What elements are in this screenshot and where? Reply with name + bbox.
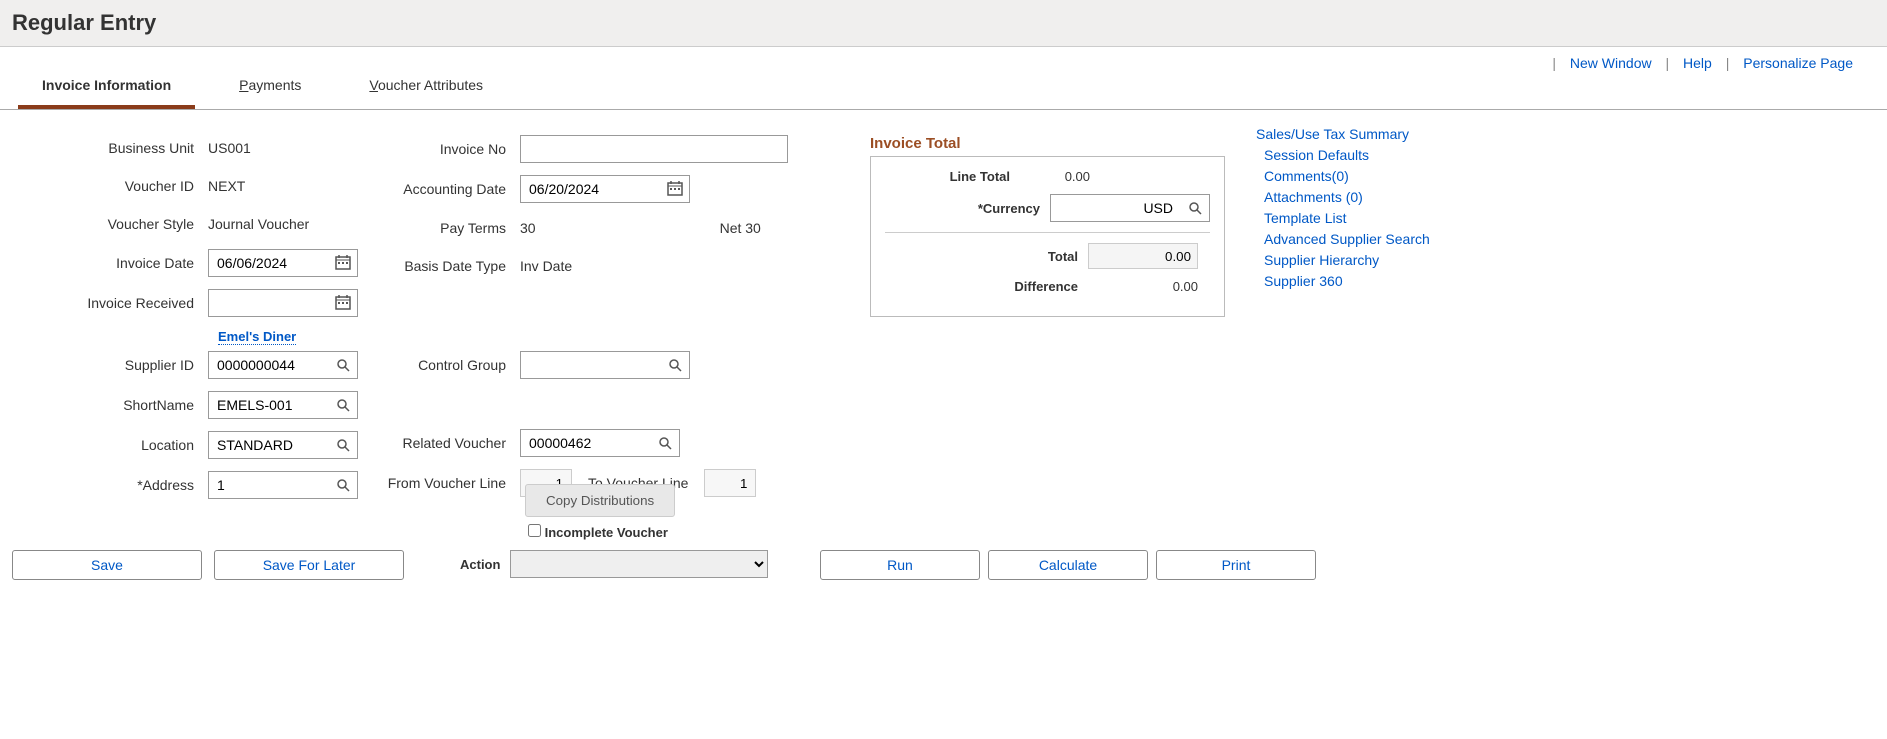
attachments-link[interactable]: Attachments (0)	[1264, 189, 1516, 205]
supplier-id-input[interactable]	[209, 352, 329, 378]
supplier-name-link[interactable]: Emel's Diner	[218, 329, 296, 345]
page-body: Business Unit US001 Voucher ID NEXT Vouc…	[0, 110, 1887, 610]
right-link-list: Sales/Use Tax Summary Session Defaults C…	[1256, 126, 1516, 294]
print-button[interactable]: Print	[1156, 550, 1316, 580]
address-label: *Address	[0, 477, 208, 493]
invoice-date-input[interactable]	[209, 250, 329, 276]
address-input[interactable]	[209, 472, 329, 498]
control-group-input[interactable]	[521, 352, 661, 378]
voucher-style-value: Journal Voucher	[208, 216, 309, 232]
business-unit-value: US001	[208, 140, 251, 156]
supplier-id-label: Supplier ID	[0, 357, 208, 373]
pay-terms-value: 30	[520, 220, 536, 236]
page-header: Regular Entry	[0, 0, 1887, 47]
location-input[interactable]	[209, 432, 329, 458]
new-window-link[interactable]: New Window	[1570, 55, 1652, 71]
action-wrap: Action	[460, 550, 768, 578]
difference-label: Difference	[958, 279, 1078, 294]
search-icon[interactable]	[651, 430, 679, 456]
difference-value: 0.00	[1088, 279, 1198, 294]
tab-invoice-information[interactable]: Invoice Information	[18, 67, 195, 109]
bottom-left-buttons: Save Save For Later	[12, 550, 404, 580]
voucher-id-label: Voucher ID	[0, 178, 208, 194]
tab-voucher-rest: oucher Attributes	[378, 77, 483, 93]
voucher-style-label: Voucher Style	[0, 216, 208, 232]
save-button[interactable]: Save	[12, 550, 202, 580]
control-group-label: Control Group	[380, 357, 520, 373]
invoice-date-label: Invoice Date	[0, 255, 208, 271]
invoice-total-box: Invoice Total Line Total 0.00 *Currency …	[870, 135, 1225, 317]
related-voucher-label: Related Voucher	[380, 435, 520, 451]
search-icon[interactable]	[329, 432, 357, 458]
search-icon[interactable]	[1181, 195, 1209, 221]
supplier-360-link[interactable]: Supplier 360	[1264, 273, 1516, 289]
short-name-label: ShortName	[0, 397, 208, 413]
line-total-label: Line Total	[890, 169, 1010, 184]
session-defaults-link[interactable]: Session Defaults	[1264, 147, 1516, 163]
incomplete-wrap: Incomplete Voucher	[528, 524, 668, 540]
incomplete-voucher-checkbox[interactable]	[528, 524, 541, 537]
basis-date-type-value: Inv Date	[520, 258, 572, 274]
currency-label: *Currency	[920, 201, 1040, 216]
search-icon[interactable]	[329, 392, 357, 418]
invoice-received-label: Invoice Received	[0, 295, 208, 311]
accounting-date-input[interactable]	[521, 176, 661, 202]
advanced-supplier-link[interactable]: Advanced Supplier Search	[1264, 231, 1516, 247]
pay-terms-desc: Net 30	[720, 220, 761, 236]
invoice-total-title: Invoice Total	[870, 135, 1225, 152]
calculate-button[interactable]: Calculate	[988, 550, 1148, 580]
bottom-right-buttons: Run Calculate Print	[820, 550, 1316, 580]
invoice-no-label: Invoice No	[380, 141, 520, 157]
search-icon[interactable]	[329, 352, 357, 378]
to-voucher-line-input	[704, 469, 756, 497]
action-label: Action	[460, 557, 500, 572]
middle-column: Invoice No Accounting Date Pay Terms 30 …	[380, 135, 840, 509]
voucher-id-value: NEXT	[208, 178, 245, 194]
separator: |	[1666, 55, 1670, 71]
tab-payments-rest: ayments	[248, 77, 301, 93]
total-label: Total	[958, 249, 1078, 264]
invoice-received-input[interactable]	[209, 290, 329, 316]
calendar-icon[interactable]	[329, 250, 357, 276]
tab-payments[interactable]: Payments	[215, 67, 325, 109]
total-value	[1088, 243, 1198, 269]
incomplete-voucher-label: Incomplete Voucher	[545, 525, 668, 540]
basis-date-type-label: Basis Date Type	[380, 258, 520, 274]
copy-distributions-button[interactable]: Copy Distributions	[525, 484, 675, 517]
copy-distributions-wrap: Copy Distributions	[525, 484, 675, 517]
pay-terms-label: Pay Terms	[380, 220, 520, 236]
search-icon[interactable]	[329, 472, 357, 498]
short-name-input[interactable]	[209, 392, 329, 418]
run-button[interactable]: Run	[820, 550, 980, 580]
accounting-date-label: Accounting Date	[380, 181, 520, 197]
related-voucher-input[interactable]	[521, 430, 651, 456]
tab-strip: Invoice Information Payments Voucher Att…	[0, 67, 1887, 110]
sales-tax-link[interactable]: Sales/Use Tax Summary	[1256, 126, 1516, 142]
page-title: Regular Entry	[12, 10, 1875, 36]
left-column: Business Unit US001 Voucher ID NEXT Vouc…	[0, 135, 380, 511]
from-voucher-line-label: From Voucher Line	[380, 475, 520, 491]
action-select[interactable]	[510, 550, 768, 578]
calendar-icon[interactable]	[329, 290, 357, 316]
separator: |	[1552, 55, 1556, 71]
supplier-hierarchy-link[interactable]: Supplier Hierarchy	[1264, 252, 1516, 268]
calendar-icon[interactable]	[661, 176, 689, 202]
business-unit-label: Business Unit	[0, 140, 208, 156]
location-label: Location	[0, 437, 208, 453]
comments-link[interactable]: Comments(0)	[1264, 168, 1516, 184]
separator: |	[1726, 55, 1730, 71]
invoice-no-input[interactable]	[520, 135, 788, 163]
tab-voucher-attributes[interactable]: Voucher Attributes	[345, 67, 507, 109]
personalize-link[interactable]: Personalize Page	[1743, 55, 1853, 71]
help-link[interactable]: Help	[1683, 55, 1712, 71]
currency-input[interactable]	[1051, 195, 1181, 221]
tab-voucher-hotkey: V	[369, 77, 378, 93]
search-icon[interactable]	[661, 352, 689, 378]
template-list-link[interactable]: Template List	[1264, 210, 1516, 226]
line-total-value: 0.00	[1020, 169, 1090, 184]
save-for-later-button[interactable]: Save For Later	[214, 550, 404, 580]
